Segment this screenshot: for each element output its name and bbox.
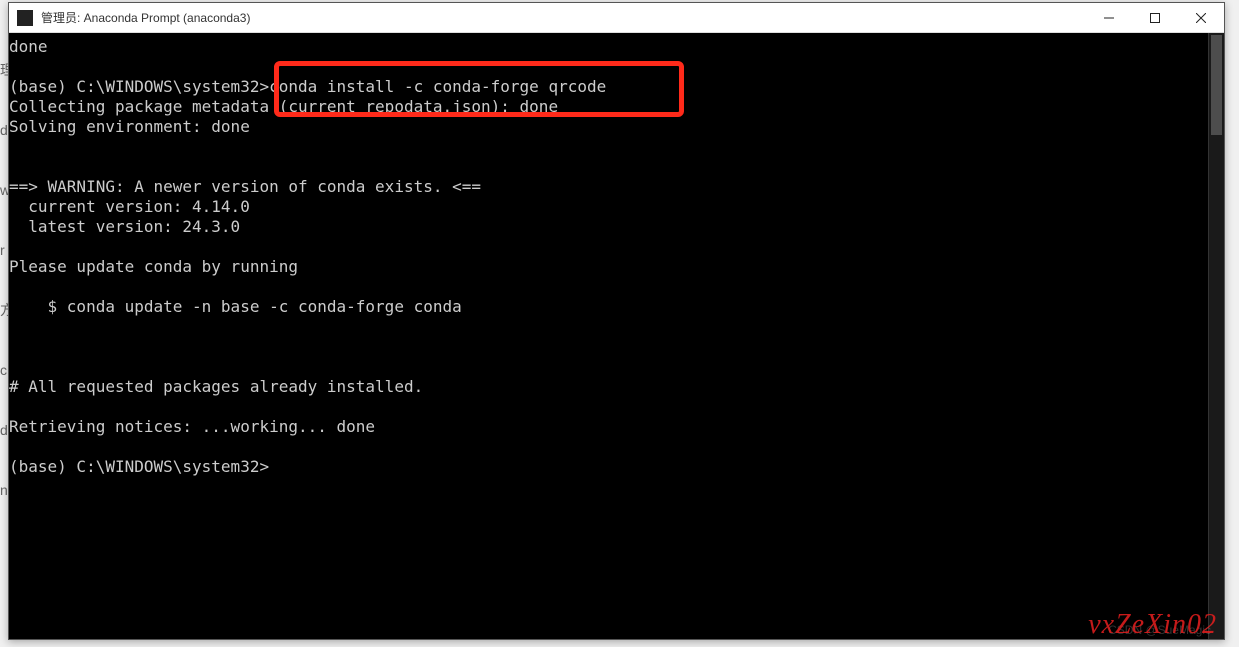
terminal-line: [9, 397, 1208, 417]
terminal-line: [9, 357, 1208, 377]
terminal-line: [9, 437, 1208, 457]
terminal-line: [9, 337, 1208, 357]
scrollbar-thumb[interactable]: [1211, 35, 1222, 135]
terminal-line: (base) C:\WINDOWS\system32>: [9, 457, 1208, 477]
close-button[interactable]: [1178, 3, 1224, 32]
terminal-line: [9, 237, 1208, 257]
terminal-line: Collecting package metadata (current_rep…: [9, 97, 1208, 117]
terminal-line: Retrieving notices: ...working... done: [9, 417, 1208, 437]
terminal-line: # All requested packages already install…: [9, 377, 1208, 397]
terminal-line: done: [9, 37, 1208, 57]
titlebar[interactable]: 管理员: Anaconda Prompt (anaconda3): [9, 3, 1224, 33]
terminal-line: current version: 4.14.0: [9, 197, 1208, 217]
window-title: 管理员: Anaconda Prompt (anaconda3): [41, 9, 1086, 26]
terminal-body: done (base) C:\WINDOWS\system32>conda in…: [9, 33, 1224, 639]
terminal-line: ==> WARNING: A newer version of conda ex…: [9, 177, 1208, 197]
terminal-line: [9, 277, 1208, 297]
terminal-line: [9, 317, 1208, 337]
minimize-icon: [1104, 13, 1114, 23]
close-icon: [1196, 13, 1206, 23]
window-controls: [1086, 3, 1224, 32]
terminal-line: [9, 57, 1208, 77]
terminal-line: [9, 157, 1208, 177]
terminal-line: $ conda update -n base -c conda-forge co…: [9, 297, 1208, 317]
maximize-icon: [1150, 13, 1160, 23]
terminal-line: latest version: 24.3.0: [9, 217, 1208, 237]
scrollbar[interactable]: [1208, 33, 1224, 639]
terminal-window: 管理员: Anaconda Prompt (anaconda3) done (b…: [8, 2, 1225, 640]
maximize-button[interactable]: [1132, 3, 1178, 32]
terminal-line: (base) C:\WINDOWS\system32>conda install…: [9, 77, 1208, 97]
app-icon: [17, 10, 33, 26]
terminal-line: Please update conda by running: [9, 257, 1208, 277]
terminal-line: Solving environment: done: [9, 117, 1208, 137]
minimize-button[interactable]: [1086, 3, 1132, 32]
terminal-output[interactable]: done (base) C:\WINDOWS\system32>conda in…: [9, 33, 1208, 639]
terminal-line: [9, 137, 1208, 157]
